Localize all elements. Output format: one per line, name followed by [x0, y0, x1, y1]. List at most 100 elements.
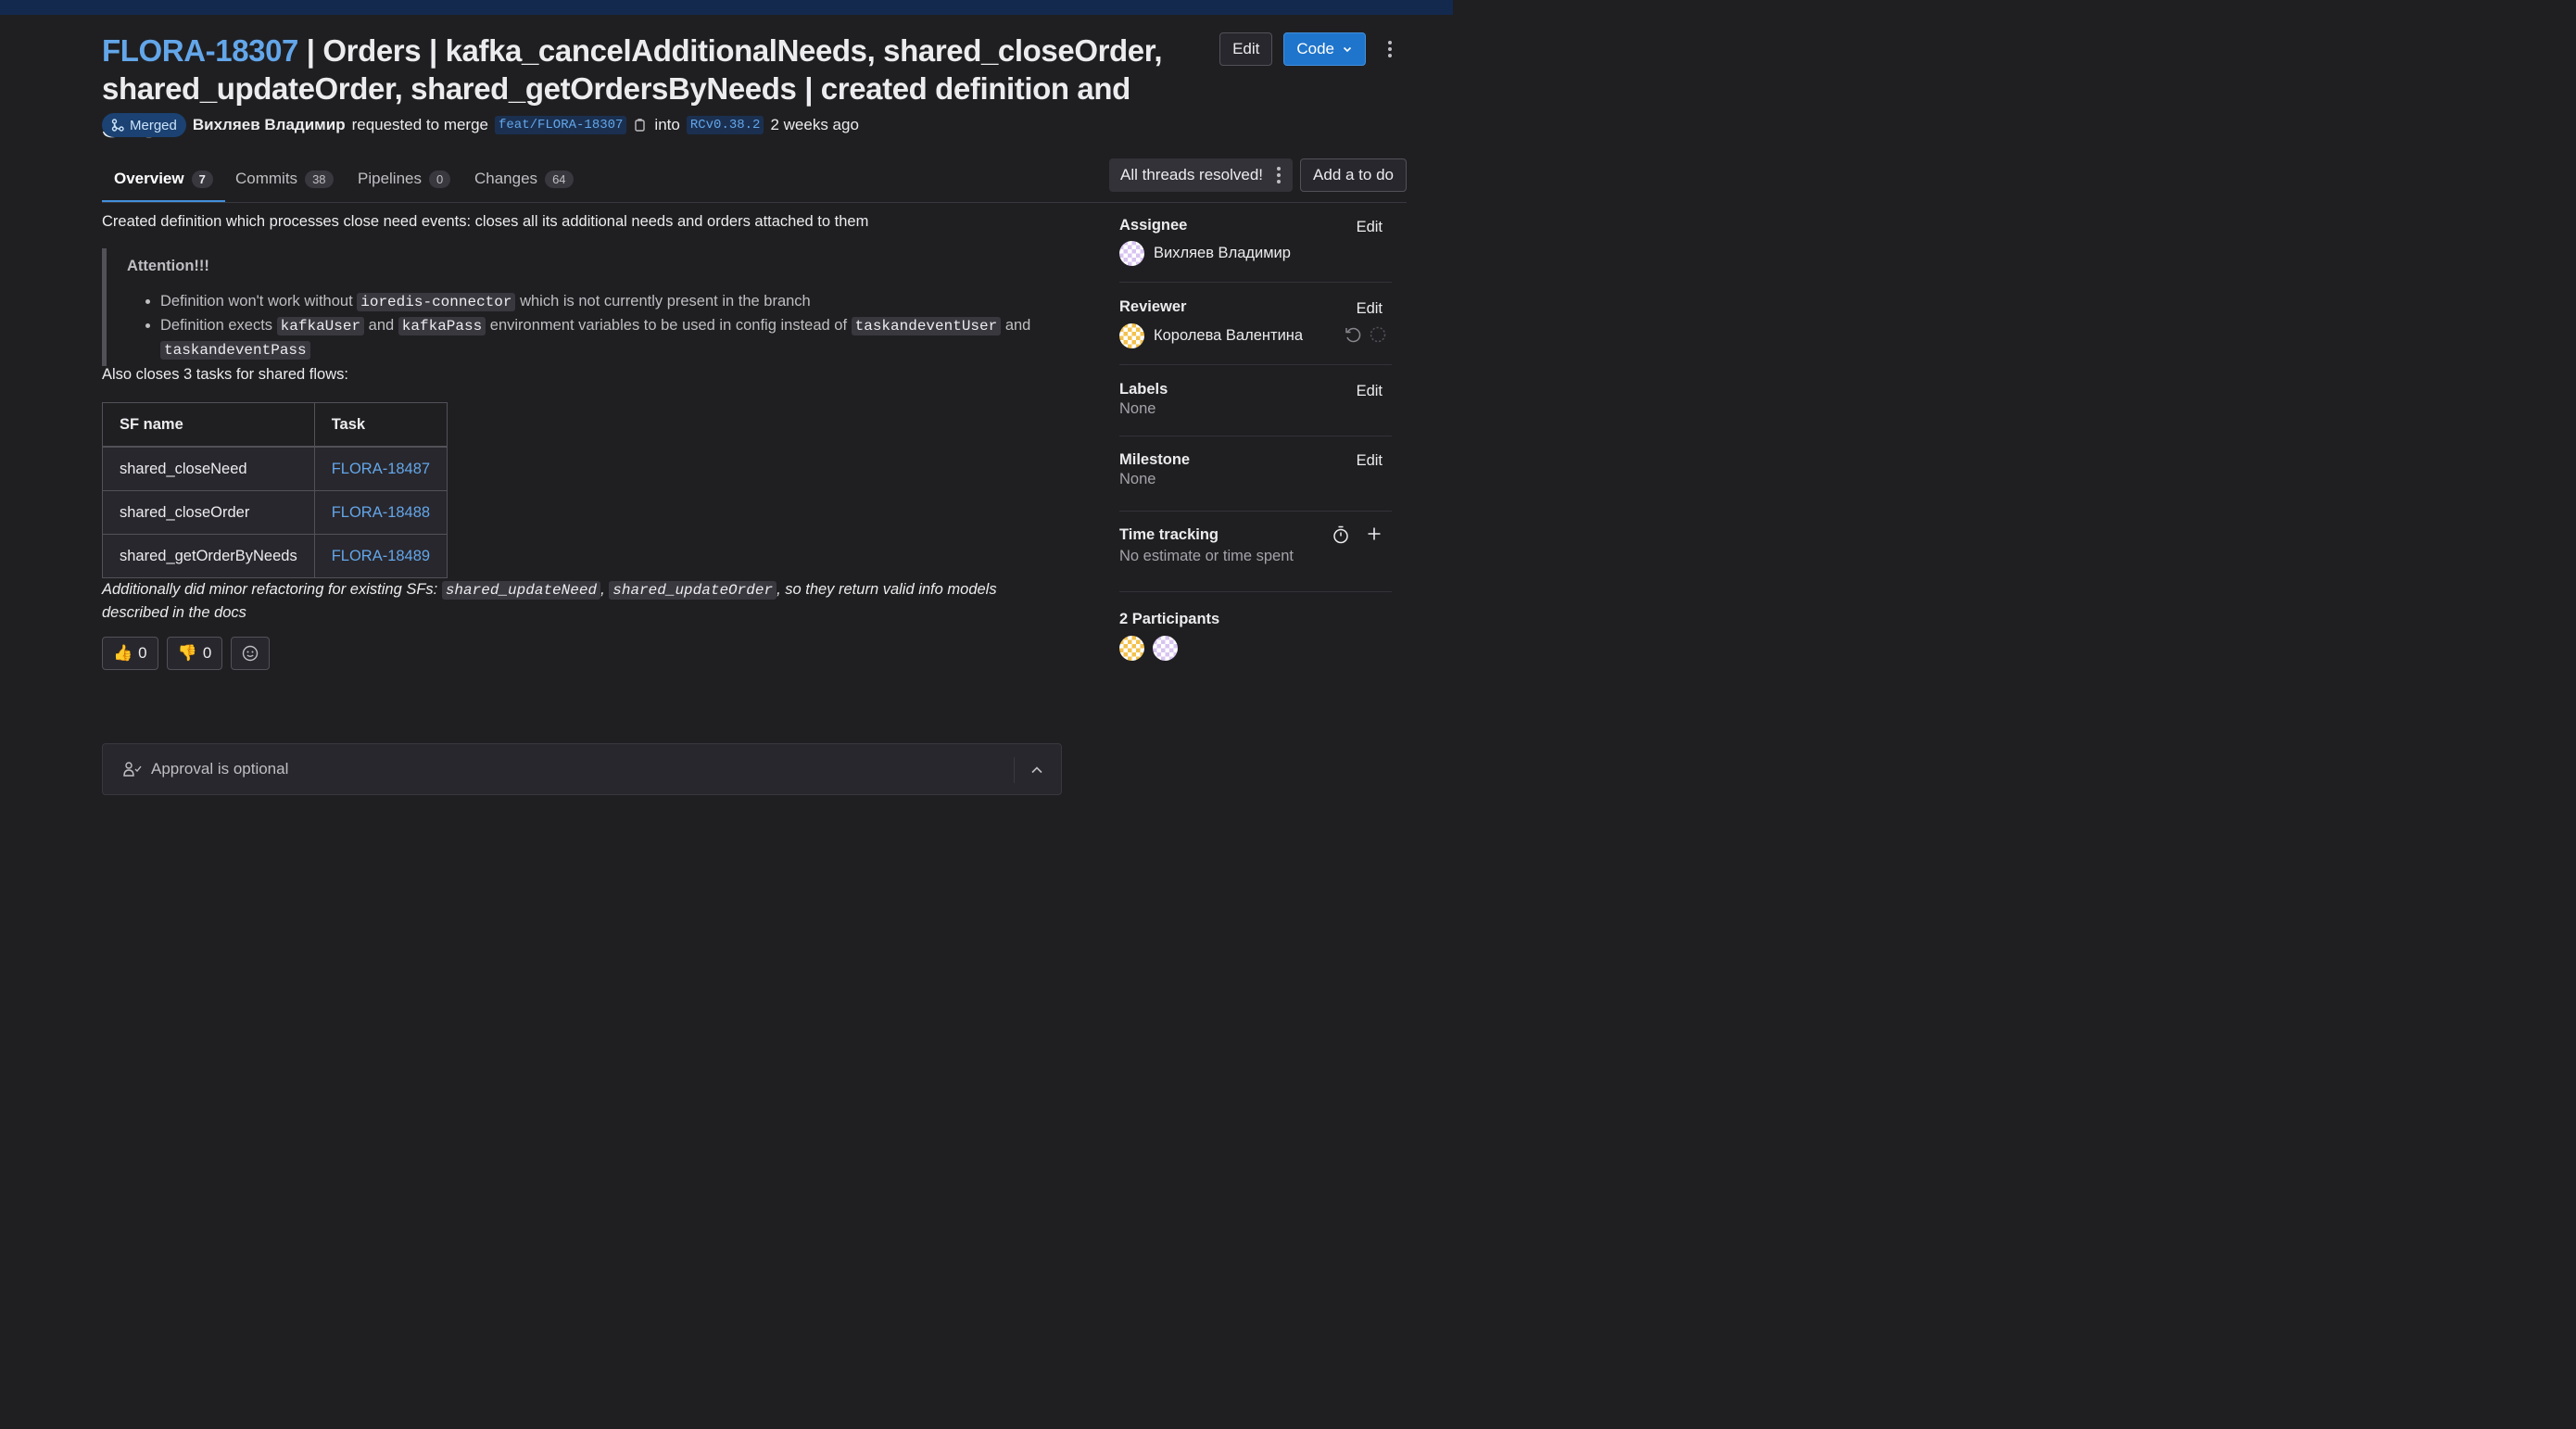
table-row: shared_closeNeed FLORA-18487 — [102, 446, 448, 491]
mr-meta: Merged Вихляев Владимир requested to mer… — [102, 113, 859, 137]
list-text: which is not currently present in the br… — [515, 293, 811, 310]
task-link[interactable]: FLORA-18487 — [332, 461, 430, 477]
assignee-name: Вихляев Владимир — [1154, 245, 1291, 261]
table-header-row: SF name Task — [102, 402, 448, 448]
thumbsdown-count: 0 — [202, 644, 212, 662]
also-closes-text: Also closes 3 tasks for shared flows: — [102, 366, 348, 383]
tab-commits[interactable]: Commits 38 — [235, 158, 334, 200]
assignee-block: Assignee Edit Вихляев Владимир — [1119, 213, 1392, 283]
approval-divider — [1014, 757, 1015, 783]
thumbsdown-icon: 👎 — [177, 644, 197, 662]
reviewer-name: Королева Валентина — [1154, 327, 1304, 344]
approval-text: Approval is optional — [151, 760, 289, 778]
column-header: SF name — [102, 402, 315, 448]
assignee-edit-link[interactable]: Edit — [1357, 219, 1383, 236]
inline-code: kafkaUser — [276, 317, 365, 335]
list-text: and — [364, 317, 398, 334]
into-text: into — [654, 116, 680, 133]
copy-icon[interactable] — [633, 118, 648, 133]
inline-code: taskandeventUser — [851, 317, 1002, 335]
source-branch[interactable]: feat/FLORA-18307 — [495, 116, 627, 134]
table-cell: FLORA-18489 — [313, 534, 448, 578]
thumbsdown-button[interactable]: 👎 0 — [166, 637, 223, 670]
labels-title: Labels — [1119, 381, 1168, 398]
list-text: environment variables to be used in conf… — [486, 317, 852, 334]
mr-tabs: Overview 7 Commits 38 Pipelines 0 Change… — [102, 158, 1407, 203]
chevron-up-icon[interactable] — [1029, 763, 1044, 778]
avatar[interactable] — [1153, 636, 1178, 661]
tab-count: 7 — [191, 170, 213, 188]
kebab-icon[interactable] — [1276, 166, 1282, 184]
tab-label: Changes — [474, 170, 538, 187]
more-actions-button[interactable] — [1381, 32, 1399, 66]
assignee-user[interactable]: Вихляев Владимир — [1119, 241, 1392, 266]
tab-pipelines[interactable]: Pipelines 0 — [358, 158, 451, 200]
labels-edit-link[interactable]: Edit — [1357, 383, 1383, 400]
table-cell: FLORA-18487 — [313, 446, 448, 491]
avatar[interactable] — [1119, 636, 1144, 661]
inline-code: ioredis-connector — [357, 293, 516, 311]
add-reaction-button[interactable] — [231, 637, 271, 670]
reviewer-edit-link[interactable]: Edit — [1357, 300, 1383, 318]
time-tracking-value: No estimate or time spent — [1119, 548, 1294, 564]
requested-text: requested to merge — [351, 116, 488, 133]
inline-code: shared_updateNeed — [441, 581, 601, 600]
tab-count: 0 — [429, 170, 451, 188]
thumbsup-count: 0 — [138, 644, 147, 662]
table-cell: shared_getOrderByNeeds — [102, 534, 315, 578]
attention-heading: Attention!!! — [127, 258, 209, 274]
table-cell: shared_closeNeed — [102, 446, 315, 491]
labels-value: None — [1119, 400, 1156, 417]
top-navbar — [0, 0, 1453, 15]
list-text: Definition exects — [160, 317, 277, 334]
task-link[interactable]: FLORA-18488 — [332, 504, 430, 521]
sf-table: SF name Task shared_closeNeed FLORA-1848… — [102, 402, 448, 578]
column-header: Task — [313, 402, 448, 448]
tab-overview[interactable]: Overview 7 — [102, 158, 225, 202]
edit-button[interactable]: Edit — [1219, 32, 1273, 66]
tab-actions: All threads resolved! Add a to do — [1109, 158, 1407, 192]
note-text: Additionally did minor refactoring for e… — [102, 581, 442, 598]
participants-block: 2 Participants — [1119, 592, 1392, 666]
milestone-edit-link[interactable]: Edit — [1357, 452, 1383, 470]
tab-changes[interactable]: Changes 64 — [474, 158, 574, 200]
labels-block: Labels Edit None — [1119, 365, 1392, 436]
reviewer-title: Reviewer — [1119, 298, 1187, 315]
approval-widget: Approval is optional — [102, 743, 1062, 795]
merge-icon — [111, 119, 124, 132]
thumbsup-button[interactable]: 👍 0 — [102, 637, 158, 670]
author-link[interactable]: Вихляев Владимир — [193, 116, 346, 134]
milestone-block: Milestone Edit None — [1119, 436, 1392, 512]
avatar — [1119, 323, 1144, 348]
time-tracking-title: Time tracking — [1119, 526, 1219, 543]
threads-status[interactable]: All threads resolved! — [1109, 158, 1294, 192]
target-branch[interactable]: RCv0.38.2 — [686, 116, 764, 134]
approval-icon — [123, 762, 142, 777]
inline-code: taskandeventPass — [160, 341, 310, 360]
stopwatch-icon[interactable] — [1332, 525, 1349, 544]
tab-label: Commits — [235, 170, 298, 187]
right-sidebar: Assignee Edit Вихляев Владимир Reviewer … — [1119, 213, 1392, 666]
review-status-icon — [1370, 326, 1386, 343]
list-text: and — [1001, 317, 1031, 334]
kebab-icon — [1388, 41, 1392, 57]
list-text: Definition won't work without — [160, 293, 358, 310]
tab-count: 64 — [545, 170, 574, 188]
plus-icon[interactable] — [1368, 527, 1381, 540]
participants-title: 2 Participants — [1119, 611, 1220, 627]
table-row: shared_closeOrder FLORA-18488 — [102, 490, 448, 535]
list-item: Definition won't work without ioredis-co… — [160, 290, 1066, 314]
task-link[interactable]: FLORA-18489 — [332, 548, 430, 564]
note-text: , — [600, 581, 610, 598]
attention-blockquote: Attention!!! Definition won't work witho… — [102, 248, 1066, 366]
re-request-review-icon[interactable] — [1344, 325, 1362, 344]
code-dropdown-button[interactable]: Code — [1283, 32, 1366, 66]
thumbsup-icon: 👍 — [113, 644, 133, 662]
avatar — [1119, 241, 1144, 266]
add-todo-button[interactable]: Add a to do — [1300, 158, 1407, 192]
tab-count: 38 — [305, 170, 334, 188]
mr-description: Created definition which processes close… — [102, 213, 1066, 670]
timestamp: 2 weeks ago — [770, 116, 859, 133]
description-intro: Created definition which processes close… — [102, 213, 869, 230]
assignee-title: Assignee — [1119, 217, 1188, 234]
